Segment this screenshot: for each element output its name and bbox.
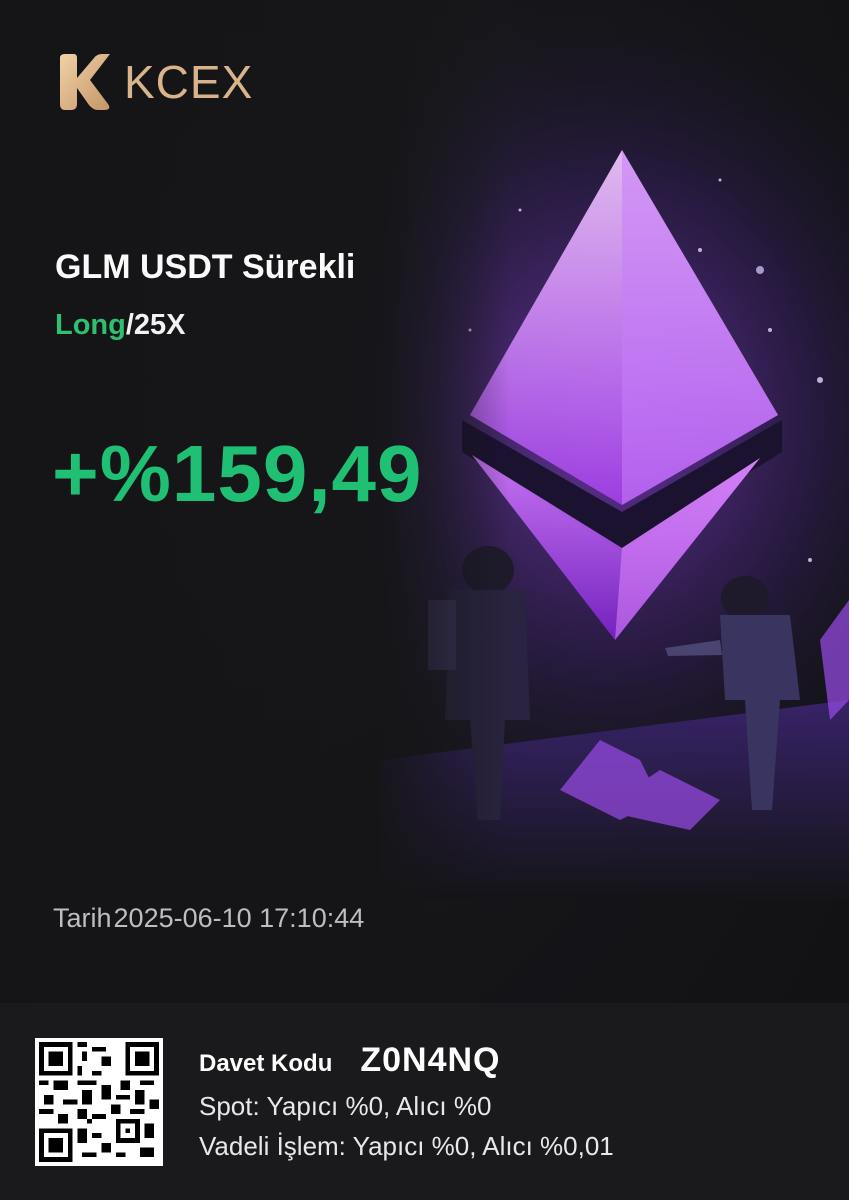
invite-code-value[interactable]: Z0N4NQ xyxy=(360,1041,500,1080)
position-side-line: Long/25X xyxy=(55,309,186,342)
qr-code-icon[interactable] xyxy=(35,1038,163,1166)
invite-code-label: Davet Kodu xyxy=(199,1050,333,1077)
leverage: 25X xyxy=(133,309,186,341)
kcex-wordmark: KCEX xyxy=(124,56,254,108)
share-card: KCEX GLM USDT Sürekli Long/25X +%159,49 … xyxy=(0,0,849,1200)
kcex-logo: KCEX xyxy=(56,52,253,112)
kcex-k-logo-icon xyxy=(60,54,110,110)
trading-pair-title: GLM USDT Sürekli xyxy=(55,248,356,286)
referral-footer: Davet Kodu Z0N4NQ Spot: Yapıcı %0, Alıcı… xyxy=(0,1003,849,1200)
pnl-percentage: +%159,49 xyxy=(52,429,423,518)
futures-fee-text: Vadeli İşlem: Yapıcı %0, Alıcı %0,01 xyxy=(199,1131,614,1161)
position-side: Long xyxy=(55,309,126,341)
date-row: Tarih2025-06-10 17:10:44 xyxy=(53,903,364,934)
date-label: Tarih xyxy=(53,903,112,933)
invite-code-row: Davet Kodu Z0N4NQ xyxy=(199,1041,501,1080)
spot-fee-text: Spot: Yapıcı %0, Alıcı %0 xyxy=(199,1091,492,1121)
side-separator: / xyxy=(125,309,134,341)
date-value: 2025-06-10 17:10:44 xyxy=(113,903,365,933)
